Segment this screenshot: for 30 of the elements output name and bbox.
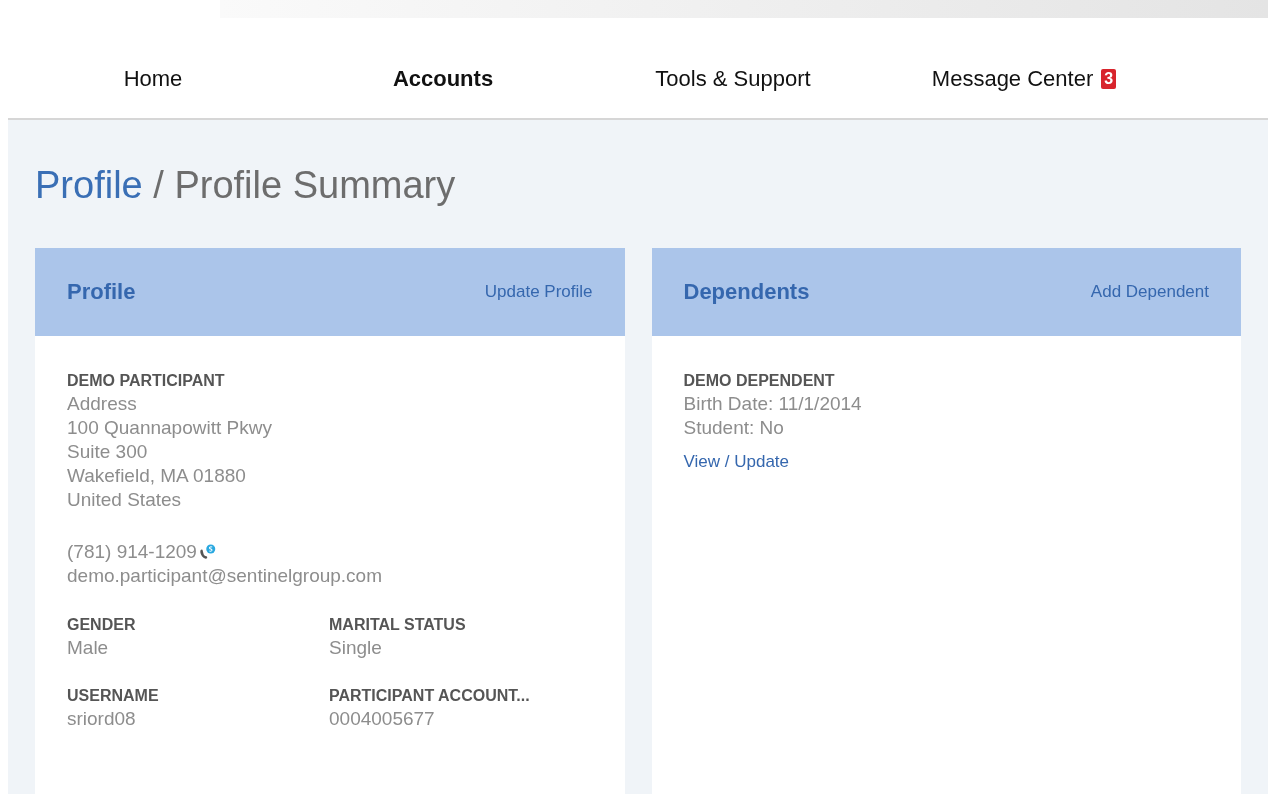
address-line: Suite 300: [67, 440, 149, 464]
field-label: USERNAME: [67, 686, 160, 706]
dependent-detail: Birth Date: 11/1/2014: [683, 392, 863, 416]
nav-tab[interactable]: Message Center: [929, 62, 1096, 96]
page-title: / Profile Summary: [152, 164, 456, 206]
address-line: 100 Quannapowitt Pkwy: [67, 416, 273, 440]
field-value: Single: [329, 636, 383, 660]
dependent-detail: Student: No: [683, 416, 785, 440]
address-line: Address: [67, 392, 138, 416]
participant-name: DEMO PARTICIPANT: [67, 371, 226, 391]
card-title: Profile: [67, 279, 136, 305]
dependent-name: DEMO DEPENDENT: [683, 371, 836, 391]
phone-call-icon[interactable]: [197, 543, 216, 561]
address-line: Wakefield, MA 01880: [67, 464, 247, 488]
view-update-link[interactable]: View / Update: [683, 452, 1209, 472]
nav-tab[interactable]: Home: [121, 62, 185, 96]
field-value: Male: [67, 636, 110, 660]
field-value: 0004005677: [329, 707, 436, 731]
nav-tab[interactable]: Accounts: [390, 62, 496, 96]
breadcrumb-link[interactable]: Profile: [35, 164, 143, 206]
field-label: PARTICIPANT ACCOUNT...: [329, 686, 531, 706]
email-address: demo.participant@sentinelgroup.com: [67, 564, 383, 588]
field-label: MARITAL STATUS: [329, 615, 467, 635]
nav-tab[interactable]: Tools & Support: [653, 62, 813, 96]
card-title: Dependents: [683, 279, 810, 305]
phone-number: (781) 914-1209: [67, 540, 197, 564]
notification-badge: 3: [1101, 69, 1117, 89]
field-value: sriord08: [67, 707, 137, 731]
address-line: United States: [67, 488, 183, 512]
field-label: GENDER: [67, 615, 137, 635]
